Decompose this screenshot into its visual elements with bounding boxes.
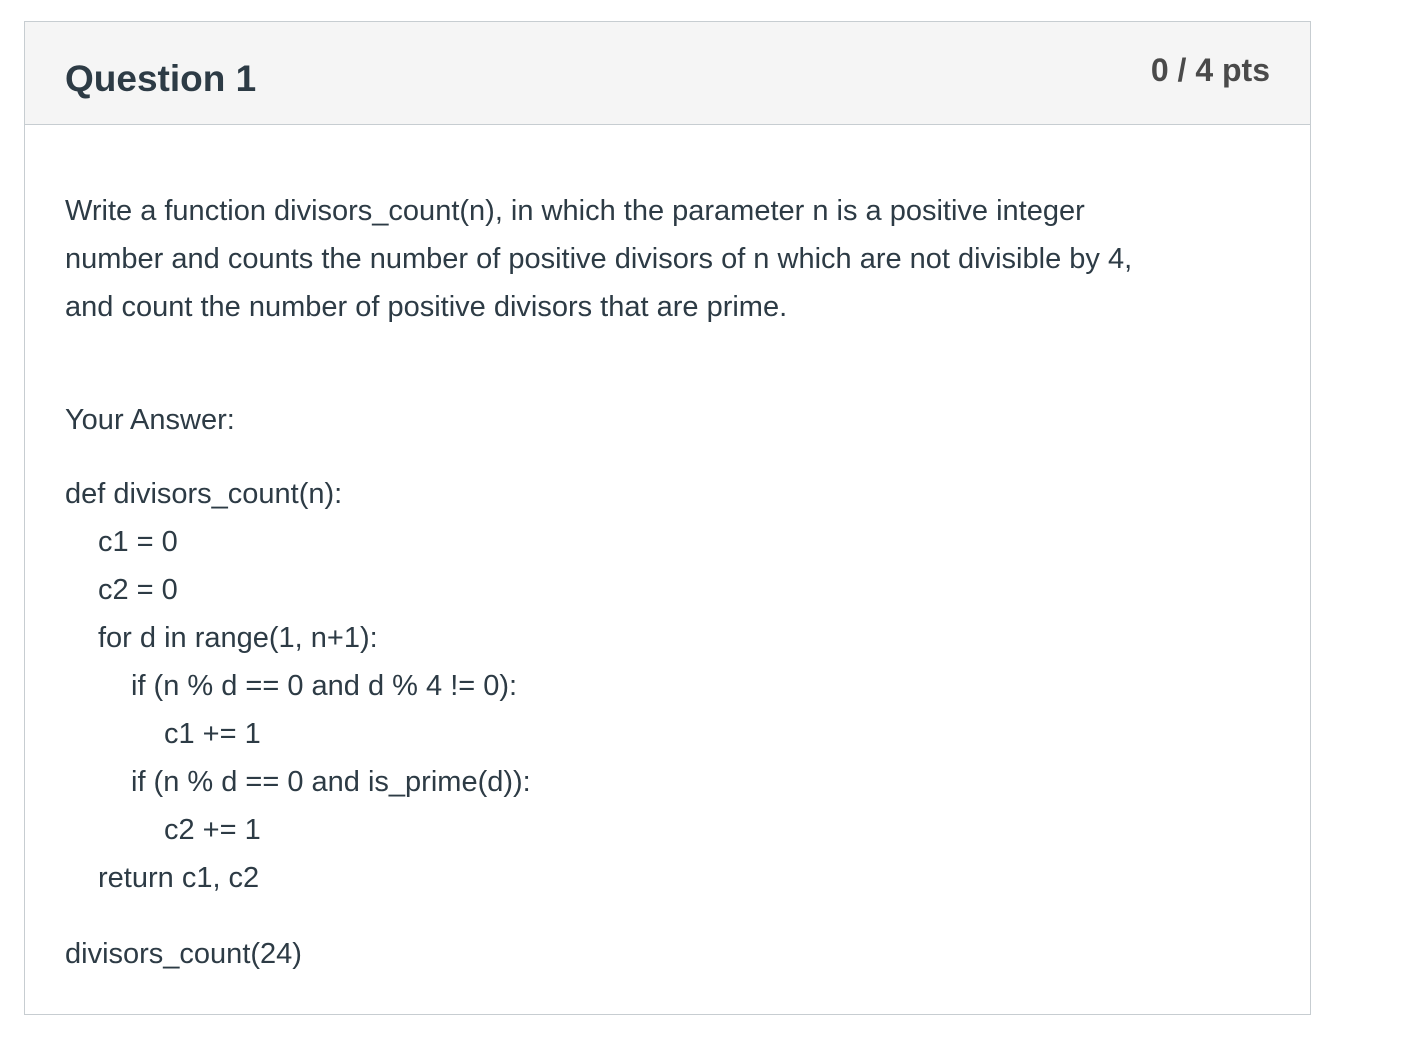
code-line: if (n % d == 0 and is_prime(d)): — [131, 766, 531, 798]
code-line: for d in range(1, n+1): — [98, 622, 378, 654]
answer-label: Your Answer: — [65, 404, 235, 436]
code-line: return c1, c2 — [98, 862, 260, 894]
code-line: c1 += 1 — [164, 718, 261, 750]
question-text: Write a function divisors_count(n), in w… — [65, 195, 1133, 323]
code-line: def divisors_count(n): — [65, 478, 343, 510]
question-points: 0 / 4 pts — [1150, 52, 1270, 88]
code-line: c1 = 0 — [98, 526, 178, 558]
answer-code: def divisors_count(n): c1 = 0 c2 = 0 for… — [65, 470, 531, 902]
function-call-line: divisors_count(24) — [65, 938, 302, 970]
question-header: Question 1 0 / 4 pts — [25, 22, 1310, 125]
code-line: if (n % d == 0 and d % 4 != 0): — [131, 670, 518, 702]
question-card: Question 1 0 / 4 pts Write a function di… — [24, 21, 1311, 1015]
code-line: c2 += 1 — [164, 814, 261, 846]
question-body: Write a function divisors_count(n), in w… — [65, 187, 1265, 970]
code-line: c2 = 0 — [98, 574, 178, 606]
question-title: Question 1 — [65, 58, 257, 99]
